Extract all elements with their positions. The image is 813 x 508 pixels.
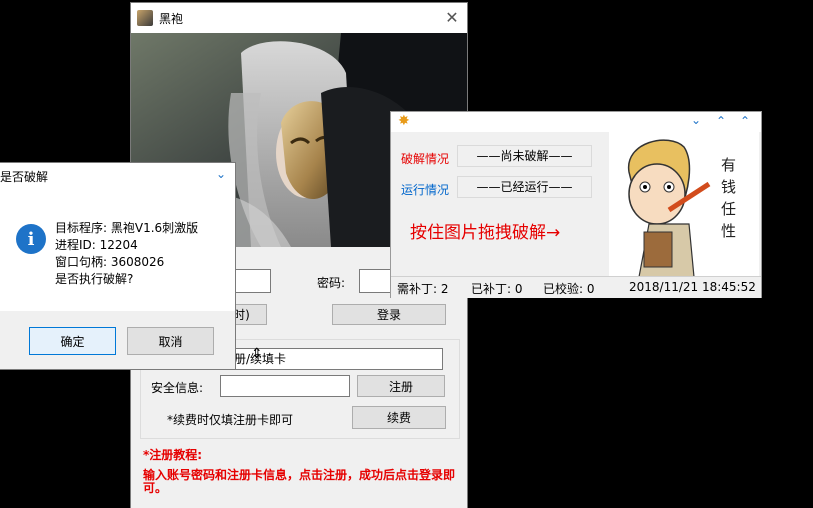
drag-hint: 按住图片拖拽破解→: [410, 223, 561, 243]
dialog-titlebar: 是否破解 ⌄: [0, 163, 235, 187]
app-icon: [137, 10, 153, 26]
dialog-title: 是否破解: [0, 170, 49, 184]
dialog-line-1: 目标程序: 黑袍V1.6刺激版: [55, 221, 199, 235]
status-datetime: 2018/11/21 18:45:52: [629, 280, 756, 294]
sticker-text: 有钱任性: [721, 156, 737, 240]
need-patch-count: 需补丁: 2: [397, 282, 449, 296]
panel-titlebar: ✸ ⌄ ⌃ ⌃: [391, 112, 761, 132]
run-status-value: ——已经运行——: [457, 176, 592, 198]
login-button[interactable]: 登录: [332, 304, 446, 325]
confirm-dialog: 是否破解 ⌄ i 目标程序: 黑袍V1.6刺激版 进程ID: 12204 窗口句…: [0, 163, 235, 369]
password-label: 密码:: [317, 276, 346, 290]
renew-note: *续费时仅填注册卡即可: [167, 413, 294, 427]
tutorial-text: 输入账号密码和注册卡信息，点击注册，成功后点击登录即可。: [143, 468, 456, 495]
chevron-up-icon[interactable]: ⌃: [740, 114, 750, 128]
register-button[interactable]: 注册: [357, 375, 445, 397]
tutorial-title: *注册教程:: [143, 448, 203, 462]
chevron-down-icon[interactable]: ⌄: [691, 113, 701, 127]
security-input[interactable]: [220, 375, 350, 397]
dialog-line-3: 窗口句柄: 3608026: [55, 255, 165, 269]
dialog-line-4: 是否执行破解?: [55, 272, 134, 286]
patched-count: 已补丁: 0: [471, 282, 523, 296]
main-window-title: 黑袍: [159, 12, 184, 26]
chevron-down-icon[interactable]: ⌄: [216, 167, 226, 181]
crack-status-label: 破解情况: [401, 152, 450, 166]
cursor-icon: ⇕: [251, 346, 263, 362]
verified-count: 已校验: 0: [543, 282, 595, 296]
crack-status-value: ——尚未破解——: [457, 145, 592, 167]
dialog-line-2: 进程ID: 12204: [55, 238, 138, 252]
star-icon: ✸: [398, 113, 410, 129]
sticker-image[interactable]: 有钱任性: [609, 132, 759, 277]
run-status-label: 运行情况: [401, 183, 450, 197]
cancel-button[interactable]: 取消: [127, 327, 214, 355]
status-bar: 需补丁: 2 已补丁: 0 已校验: 0 2018/11/21 18:45:52: [391, 276, 761, 298]
info-icon: i: [16, 224, 46, 254]
close-icon[interactable]: ✕: [443, 9, 461, 27]
security-label: 安全信息:: [151, 381, 204, 395]
ok-button[interactable]: 确定: [29, 327, 116, 355]
chevron-up-icon[interactable]: ⌃: [716, 114, 726, 128]
main-titlebar: 黑袍 ✕: [131, 3, 467, 33]
crack-panel: ✸ ⌄ ⌃ ⌃ 破解情况 ——尚未破解—— 运行情况 ——已经运行—— 按住图片…: [391, 112, 761, 298]
renew-button[interactable]: 续费: [352, 406, 446, 429]
